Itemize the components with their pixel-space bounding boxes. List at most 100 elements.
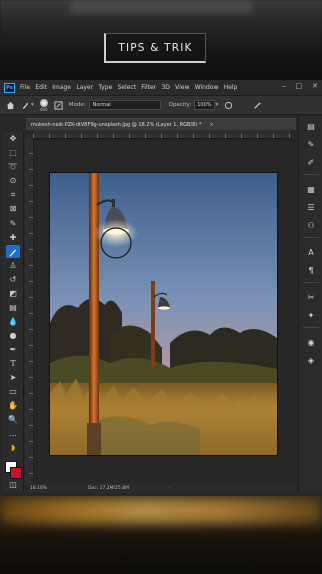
paragraph-panel-icon[interactable]: ¶ xyxy=(304,262,318,278)
tab-close-icon[interactable]: × xyxy=(209,122,213,128)
blurred-glow xyxy=(0,498,322,524)
panel-separator xyxy=(303,174,319,175)
brush-size-value: 400 xyxy=(39,106,48,112)
healing-tool-icon[interactable]: ✚ xyxy=(6,231,20,244)
blur-tool-icon[interactable]: 💧 xyxy=(6,315,20,328)
brush-tool-preset[interactable]: ▾ xyxy=(21,101,34,110)
quick-select-tool-icon[interactable]: ⊙ xyxy=(6,175,20,188)
menu-layer[interactable]: Layer xyxy=(76,84,93,91)
menu-edit[interactable]: Edit xyxy=(35,84,47,91)
frame-tool-icon[interactable]: ⊠ xyxy=(6,203,20,216)
move-tool-icon[interactable]: ✥ xyxy=(6,133,20,146)
crop-tool-icon[interactable]: ⌗ xyxy=(6,189,20,202)
path-select-tool-icon[interactable]: ➤ xyxy=(6,371,20,384)
pressure-icon xyxy=(225,101,233,109)
mode-control: Mode: Normal xyxy=(69,100,161,110)
lamp-post-photo xyxy=(50,173,277,455)
document-tab[interactable]: mukesh-naik-PZK-dtV8F9g-unsplash.jpg @ 1… xyxy=(26,118,296,130)
swatches-panel-icon[interactable]: ⚇ xyxy=(304,217,318,233)
brush-settings-icon xyxy=(54,100,63,110)
menu-window[interactable]: Window xyxy=(195,84,219,91)
opacity-label: Opacity: xyxy=(168,102,192,108)
menu-select[interactable]: Select xyxy=(117,84,136,91)
layers-panel-icon[interactable]: ◈ xyxy=(304,352,318,368)
maximize-button[interactable]: □ xyxy=(296,82,303,90)
pen-tool-icon[interactable]: ✒ xyxy=(6,343,20,356)
properties-panel-icon[interactable]: ☰ xyxy=(304,199,318,215)
menu-type[interactable]: Type xyxy=(98,84,112,91)
menu-help[interactable]: Help xyxy=(224,84,238,91)
opacity-input[interactable]: 100% xyxy=(194,100,215,110)
options-bar: ▾ 400 Mode: Normal Opacity: 100% ▾ xyxy=(0,96,322,115)
background-color-swatch[interactable] xyxy=(10,466,22,479)
mode-dropdown[interactable]: Normal xyxy=(88,100,161,110)
eyedropper-tool-icon[interactable]: ✎ xyxy=(6,217,20,230)
tool-presets-panel-icon[interactable]: ✂ xyxy=(304,289,318,305)
horizontal-ruler[interactable] xyxy=(33,130,291,139)
tips-caption: TIPS & TRIK xyxy=(104,33,206,63)
adjustments-panel-icon[interactable]: ▦ xyxy=(304,181,318,197)
brush-icon xyxy=(9,249,16,257)
history-panel-icon[interactable]: ▤ xyxy=(304,118,318,134)
menu-image[interactable]: Image xyxy=(52,84,71,91)
vertical-ruler[interactable] xyxy=(25,138,34,486)
stamp-tool-icon[interactable]: ♙ xyxy=(6,259,20,272)
brush-panel-icon[interactable]: ✎ xyxy=(304,136,318,152)
panel-separator xyxy=(303,327,319,328)
lasso-tool-icon[interactable]: ➰ xyxy=(6,161,20,174)
zoom-tool-icon[interactable]: 🔍 xyxy=(6,413,20,426)
home-icon xyxy=(6,101,15,109)
brush-panel-toggle[interactable] xyxy=(54,100,63,110)
brush-settings-panel-icon[interactable]: ✐ xyxy=(304,154,318,170)
pressure-opacity-button[interactable] xyxy=(224,101,233,110)
photoshop-window: Ps File Edit Image Layer Type Select Fil… xyxy=(0,80,322,496)
menu-bar: Ps File Edit Image Layer Type Select Fil… xyxy=(0,80,322,96)
rectangle-tool-icon[interactable]: ▭ xyxy=(6,385,20,398)
brush-tool-icon[interactable] xyxy=(6,244,20,259)
menu-view[interactable]: View xyxy=(175,84,189,91)
right-panel-dock: ▤ ✎ ✐ ▦ ☰ ⚇ A ¶ ✂ ✦ ◉ ◈ xyxy=(298,116,322,492)
opacity-control: Opacity: 100% ▾ xyxy=(168,100,219,110)
airbrush-icon xyxy=(254,101,261,109)
hand-tool-icon[interactable]: ✋ xyxy=(6,399,20,412)
channels-panel-icon[interactable]: ◉ xyxy=(304,334,318,350)
history-brush-tool-icon[interactable]: ↺ xyxy=(6,273,20,286)
home-button[interactable] xyxy=(6,101,15,110)
marquee-tool-icon[interactable]: ⬚ xyxy=(6,147,20,160)
brush-icon xyxy=(22,102,29,109)
status-bar: 18.16% Doc: 17.2M/25.8M › xyxy=(26,483,296,493)
bottom-blur-background xyxy=(0,496,322,574)
menu-file[interactable]: File xyxy=(20,84,30,91)
panel-separator xyxy=(303,237,319,238)
blurred-ghost-bar xyxy=(70,0,252,14)
gradient-tool-icon[interactable]: ▤ xyxy=(6,301,20,314)
close-button[interactable]: ✕ xyxy=(312,82,318,90)
document-image[interactable] xyxy=(49,172,278,456)
minimize-button[interactable]: – xyxy=(282,82,286,90)
panel-separator xyxy=(303,282,319,283)
status-menu-arrow[interactable]: › xyxy=(169,486,171,491)
paths-panel-icon[interactable]: ✦ xyxy=(304,307,318,323)
video-frame: TIPS & TRIK Ps File Edit Image Layer Typ… xyxy=(0,0,322,574)
brush-size-picker[interactable]: 400 xyxy=(39,98,48,112)
flow-control[interactable] xyxy=(253,101,262,110)
type-tool-icon[interactable]: T xyxy=(6,357,20,370)
brush-tip-icon xyxy=(39,98,48,107)
photoshop-logo: Ps xyxy=(4,82,15,93)
menu-3d[interactable]: 3D xyxy=(161,84,169,91)
edit-toolbar-icon[interactable]: ◗ xyxy=(6,441,20,454)
document-tab-title: mukesh-naik-PZK-dtV8F9g-unsplash.jpg @ 1… xyxy=(31,121,202,128)
menu-filter[interactable]: Filter xyxy=(141,84,156,91)
zoom-level[interactable]: 18.16% xyxy=(26,486,60,491)
document-info: Doc: 17.2M/25.8M xyxy=(88,485,129,491)
more-tools-icon[interactable]: … xyxy=(6,427,20,440)
mode-label: Mode: xyxy=(68,102,86,108)
mode-value: Normal xyxy=(92,102,111,108)
dodge-tool-icon[interactable]: ● xyxy=(6,329,20,342)
color-swatches[interactable] xyxy=(5,460,22,479)
eraser-tool-icon[interactable]: ◩ xyxy=(6,287,20,300)
tools-panel: ✥ ⬚ ➰ ⊙ ⌗ ⊠ ✎ ✚ ♙ ↺ ◩ ▤ 💧 ● ✒ T ➤ ▭ ✋ 🔍 … xyxy=(3,132,24,492)
character-panel-icon[interactable]: A xyxy=(304,244,318,260)
quick-mask-icon[interactable]: ◫ xyxy=(6,479,20,492)
canvas-area[interactable] xyxy=(34,139,296,479)
